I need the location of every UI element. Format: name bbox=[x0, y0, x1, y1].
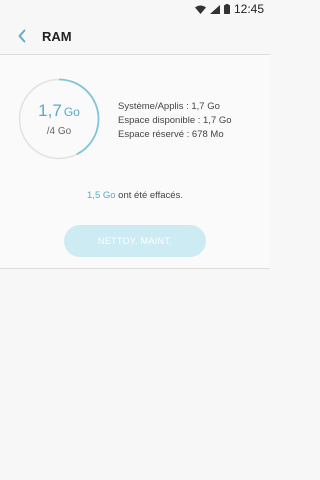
status-bar: 12:45 bbox=[0, 0, 270, 18]
ram-details: Système/Applis : 1,7 Go Espace disponibl… bbox=[118, 100, 232, 142]
clock-time: 12:45 bbox=[233, 2, 264, 16]
back-button[interactable] bbox=[12, 26, 32, 46]
cleared-amount: 1,5 Go bbox=[87, 190, 116, 201]
ram-card: 1,7 Go /4 Go Système/Applis : 1,7 Go Espa… bbox=[0, 55, 270, 268]
available-space: Espace disponible : 1,7 Go bbox=[118, 115, 232, 126]
reserved-space: Espace réservé : 678 Mo bbox=[118, 129, 224, 140]
wifi-icon bbox=[194, 5, 206, 14]
chevron-left-icon bbox=[18, 29, 26, 43]
app-bar: RAM bbox=[0, 18, 270, 54]
used-ram-value: 1,7 Go bbox=[38, 101, 80, 120]
cleared-message: 1,5 Go ont été effacés. bbox=[87, 190, 183, 201]
total-ram: /4 Go bbox=[46, 126, 72, 137]
signal-icon bbox=[209, 4, 220, 14]
gauge-label: 1,7 Go /4 Go bbox=[18, 78, 100, 160]
system-apps-usage: Système/Applis : 1,7 Go bbox=[118, 101, 220, 112]
clean-now-button[interactable]: NETTOY. MAINT. bbox=[64, 225, 206, 257]
empty-area bbox=[0, 269, 270, 480]
page-title: RAM bbox=[42, 28, 72, 44]
battery-icon bbox=[223, 4, 230, 14]
